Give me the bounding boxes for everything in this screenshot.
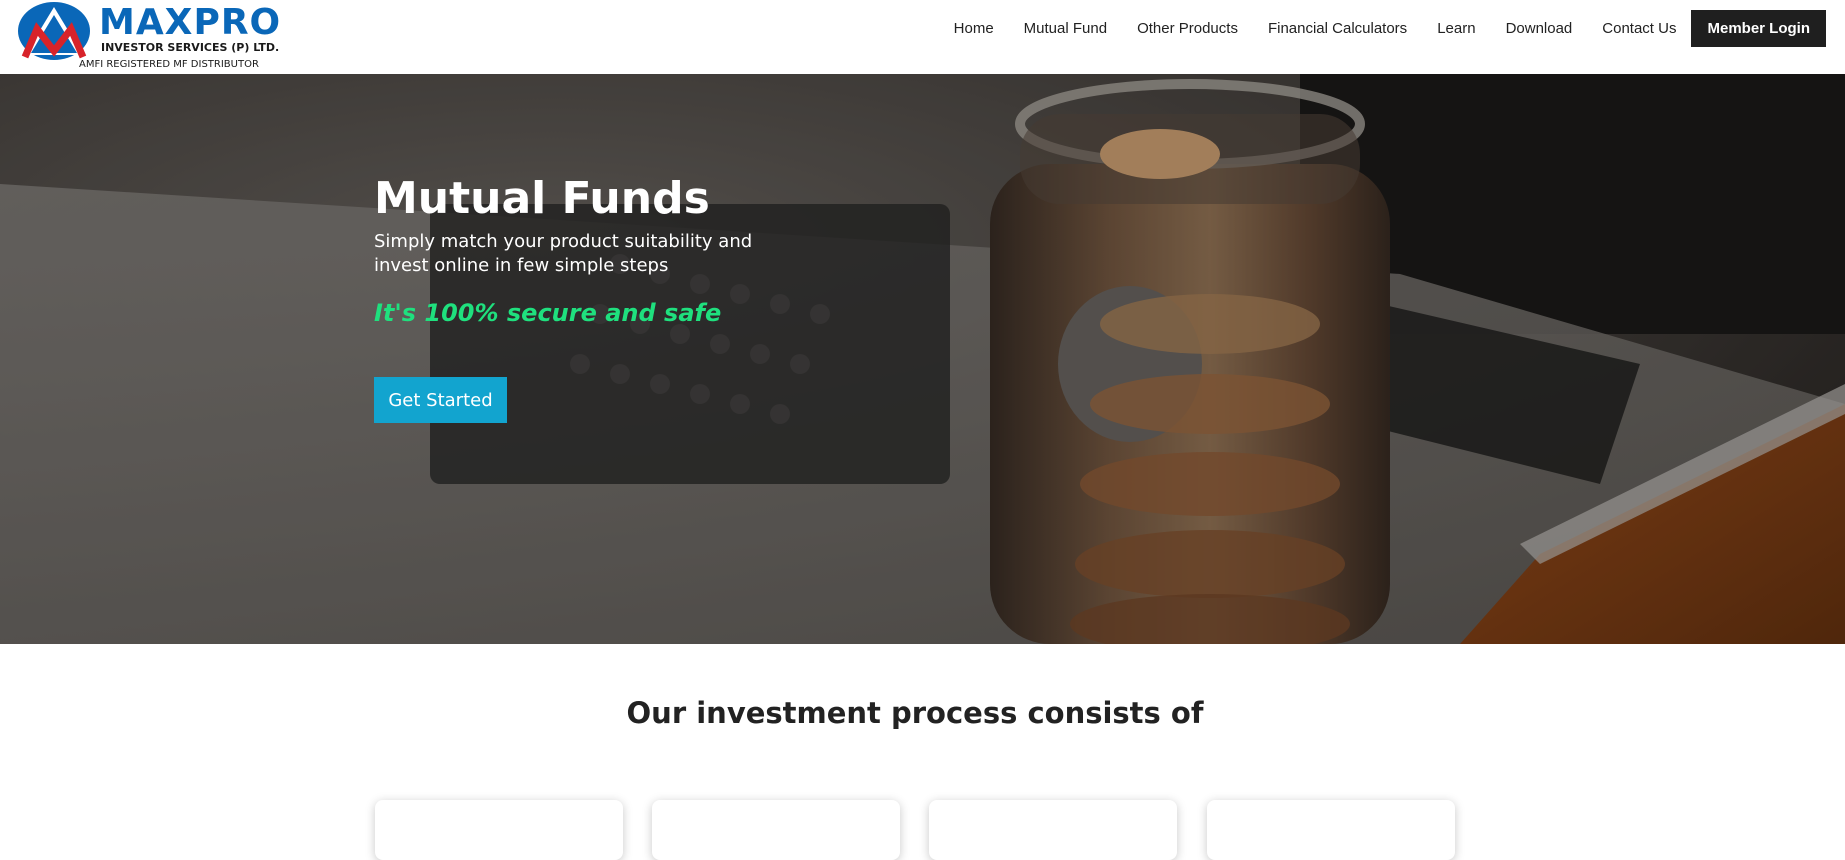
nav-learn[interactable]: Learn: [1437, 20, 1475, 37]
nav-mutual-fund[interactable]: Mutual Fund: [1024, 20, 1107, 37]
nav-home[interactable]: Home: [954, 20, 994, 37]
process-card-3[interactable]: [929, 800, 1177, 860]
process-section-title: Our investment process consists of: [626, 696, 1204, 730]
hero-secure-text: It's 100% secure and safe: [374, 299, 722, 327]
hero-overlay: [0, 74, 1845, 644]
get-started-button[interactable]: Get Started: [374, 377, 507, 423]
company-logo[interactable]: MAXPRO INVESTOR SERVICES (P) LTD. AMFI R…: [17, 1, 287, 72]
logo-emblem-icon: [18, 2, 90, 60]
nav-contact-us[interactable]: Contact Us: [1602, 20, 1676, 37]
site-header: MAXPRO INVESTOR SERVICES (P) LTD. AMFI R…: [0, 0, 1845, 74]
member-login-button[interactable]: Member Login: [1691, 10, 1826, 47]
hero-title: Mutual Funds: [374, 173, 710, 224]
hero-banner: Mutual Funds Simply match your product s…: [0, 74, 1845, 644]
process-card-2[interactable]: [652, 800, 900, 860]
nav-download[interactable]: Download: [1506, 20, 1573, 37]
nav-financial-calculators[interactable]: Financial Calculators: [1268, 20, 1407, 37]
logo-tagline: AMFI REGISTERED MF DISTRIBUTOR: [79, 59, 259, 70]
logo-subtitle: INVESTOR SERVICES (P) LTD.: [101, 41, 280, 54]
hero-subtitle: Simply match your product suitability an…: [374, 231, 753, 276]
process-card-4[interactable]: [1207, 800, 1455, 860]
process-card-1[interactable]: [375, 800, 623, 860]
logo-name: MAXPRO: [99, 2, 282, 43]
nav-other-products[interactable]: Other Products: [1137, 20, 1238, 37]
main-nav: Home Mutual Fund Other Products Financia…: [954, 10, 1826, 47]
